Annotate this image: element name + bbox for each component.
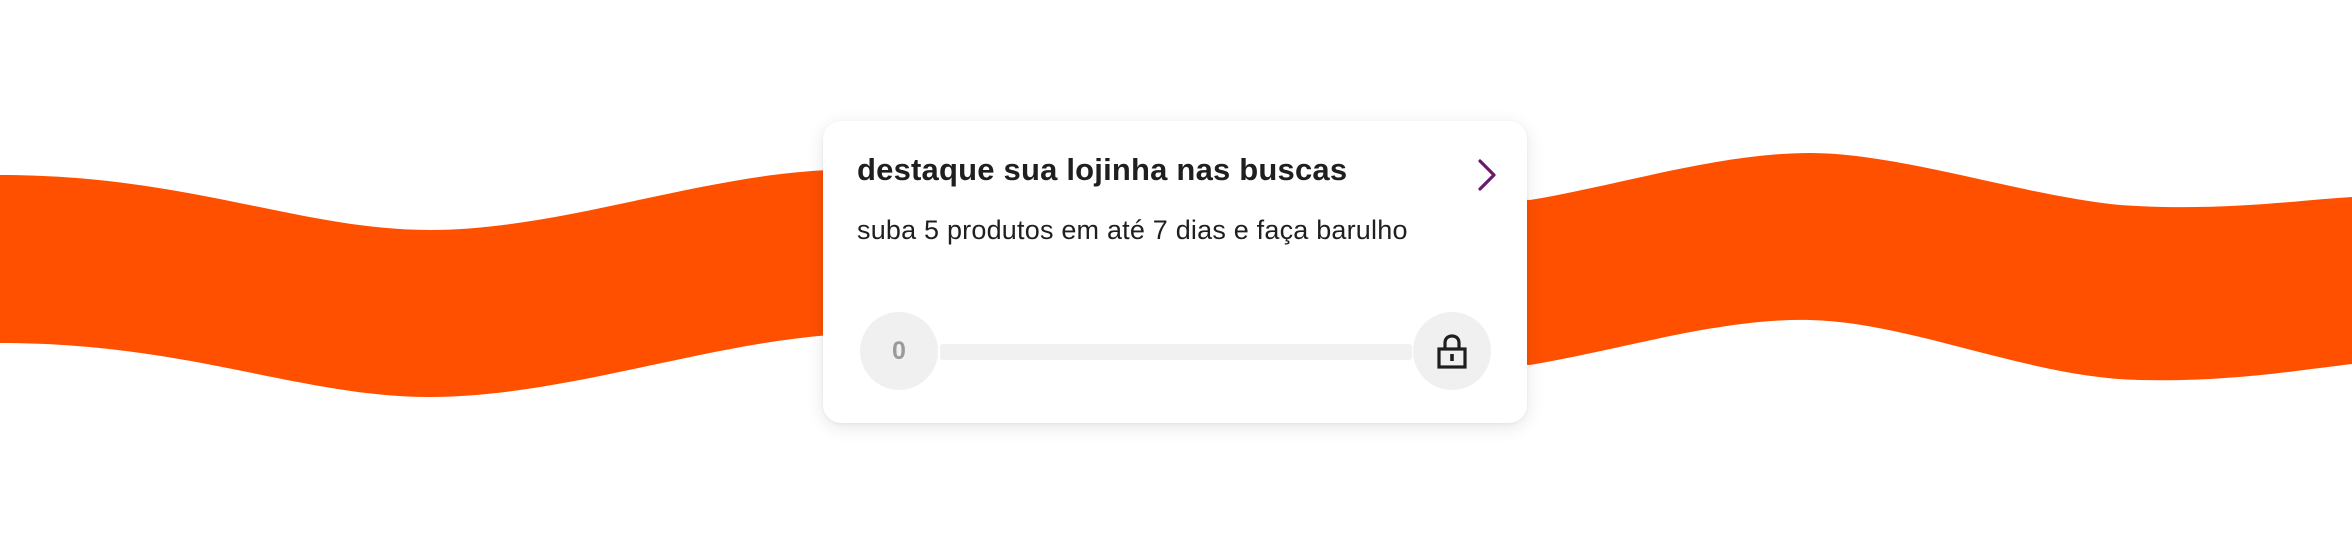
progress-track: [940, 344, 1412, 360]
promo-stage: destaque sua lojinha nas buscas suba 5 p…: [0, 0, 2352, 554]
progress-start-label: 0: [892, 336, 906, 365]
progress-end-step: [1413, 312, 1491, 390]
progress-tracker: 0: [860, 312, 1514, 390]
lock-icon: [1437, 334, 1467, 369]
progress-start-step: 0: [860, 312, 938, 390]
card-title: destaque sua lojinha nas buscas: [857, 152, 1348, 187]
chevron-right-icon: [1478, 159, 1496, 191]
promo-card[interactable]: destaque sua lojinha nas buscas suba 5 p…: [823, 121, 1527, 423]
card-subtitle: suba 5 produtos em até 7 dias e faça bar…: [857, 215, 1408, 245]
open-details-button[interactable]: [1463, 151, 1511, 199]
